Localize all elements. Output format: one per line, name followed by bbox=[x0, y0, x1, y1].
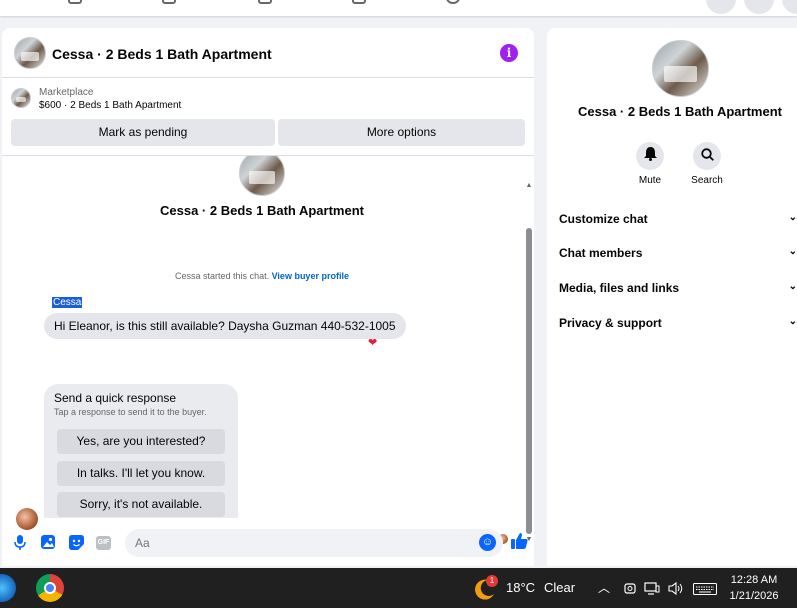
clock-date: 1/21/2026 bbox=[729, 590, 779, 602]
message-input[interactable] bbox=[125, 529, 503, 557]
messenger-icon[interactable] bbox=[744, 0, 774, 14]
system-message: Cessa started this chat. View buyer prof… bbox=[2, 271, 522, 281]
photo-icon[interactable] bbox=[40, 535, 56, 551]
listing-label: Marketplace bbox=[39, 87, 94, 98]
info-panel-avatar[interactable] bbox=[652, 40, 709, 97]
mute-button[interactable] bbox=[636, 142, 664, 170]
chevron-down-icon: ⌄ bbox=[788, 316, 797, 327]
search-label: Search bbox=[691, 175, 723, 186]
quick-response-option[interactable]: Yes, are you interested? bbox=[57, 429, 225, 454]
system-clock[interactable]: 12:28 AM 1/21/2026 bbox=[724, 572, 784, 604]
listing-summary: Marketplace $600 · 2 Beds 1 Bath Apartme… bbox=[2, 78, 534, 156]
message-list: Cessa · 2 Beds 1 Bath Apartment Cessa st… bbox=[2, 156, 534, 518]
chat-members-section[interactable]: Chat members ⌄ bbox=[559, 246, 797, 260]
emoji-icon[interactable]: ☺ bbox=[479, 534, 496, 551]
heart-reaction-icon[interactable]: ❤ bbox=[368, 336, 377, 349]
info-panel-title: Cessa · 2 Beds 1 Bath Apartment bbox=[578, 104, 782, 119]
section-label: Privacy & support bbox=[559, 316, 662, 330]
chevron-down-icon: ⌄ bbox=[788, 246, 797, 257]
taskbar: 1 18°C Clear ︿ 12:28 AM 1/21/2026 bbox=[0, 568, 797, 608]
search-icon bbox=[700, 148, 714, 164]
camera-icon[interactable] bbox=[624, 568, 636, 608]
browser-app-icon[interactable] bbox=[0, 574, 16, 602]
menu-icon[interactable] bbox=[706, 0, 736, 14]
listing-price-title[interactable]: $600 · 2 Beds 1 Bath Apartment bbox=[39, 100, 181, 111]
section-label: Media, files and links bbox=[559, 281, 680, 295]
keyboard-icon[interactable] bbox=[693, 568, 717, 608]
marketplace-icon[interactable] bbox=[258, 0, 272, 4]
conversation-title: Cessa · 2 Beds 1 Bath Apartment bbox=[160, 203, 364, 218]
account-avatar[interactable] bbox=[782, 0, 797, 14]
quick-response-option[interactable]: Sorry, it's not available. bbox=[57, 492, 225, 517]
scroll-up-arrow-icon[interactable]: ▲ bbox=[525, 182, 533, 190]
sender-name: Cessa bbox=[52, 297, 83, 308]
chat-header: Cessa · 2 Beds 1 Bath Apartment i bbox=[2, 28, 534, 78]
sticker-icon[interactable] bbox=[68, 535, 84, 551]
video-icon[interactable] bbox=[162, 0, 176, 4]
section-label: Chat members bbox=[559, 246, 643, 260]
media-files-links-section[interactable]: Media, files and links ⌄ bbox=[559, 281, 797, 295]
view-buyer-profile-link[interactable]: View buyer profile bbox=[272, 271, 349, 281]
chat-info-panel: Cessa · 2 Beds 1 Bath Apartment Mute Sea… bbox=[547, 28, 797, 566]
network-icon[interactable] bbox=[644, 568, 660, 608]
message-bubble[interactable]: Hi Eleanor, is this still available? Day… bbox=[44, 313, 406, 339]
microphone-icon[interactable] bbox=[12, 535, 28, 551]
chrome-icon[interactable] bbox=[36, 574, 64, 602]
quick-response-subtitle: Tap a response to send it to the buyer. bbox=[54, 407, 207, 417]
mute-label: Mute bbox=[638, 175, 662, 186]
temperature[interactable]: 18°C bbox=[506, 568, 535, 608]
more-options-button[interactable]: More options bbox=[278, 119, 525, 146]
scroll-thumb[interactable] bbox=[526, 228, 532, 534]
bell-icon bbox=[643, 147, 657, 164]
system-text: Cessa started this chat. bbox=[175, 271, 270, 281]
section-label: Customize chat bbox=[559, 212, 648, 226]
quick-response-option[interactable]: In talks. I'll let you know. bbox=[57, 461, 225, 486]
quick-response-card: Send a quick response Tap a response to … bbox=[44, 384, 238, 518]
weather-badge: 1 bbox=[486, 575, 498, 587]
info-icon[interactable]: i bbox=[500, 44, 518, 62]
chat-title[interactable]: Cessa · 2 Beds 1 Bath Apartment bbox=[52, 46, 272, 62]
quick-response-title: Send a quick response bbox=[54, 391, 177, 405]
message-composer: GIF ☺ bbox=[2, 523, 534, 566]
chevron-up-icon[interactable]: ︿ bbox=[598, 568, 610, 608]
mark-pending-button[interactable]: Mark as pending bbox=[11, 119, 275, 146]
search-button[interactable] bbox=[693, 142, 721, 170]
gaming-icon[interactable] bbox=[446, 0, 460, 4]
conversation-avatar bbox=[239, 156, 285, 196]
top-navigation-bar bbox=[0, 0, 797, 16]
volume-icon[interactable] bbox=[668, 568, 684, 608]
gif-icon[interactable]: GIF bbox=[96, 536, 111, 550]
customize-chat-section[interactable]: Customize chat ⌄ bbox=[559, 212, 797, 226]
chevron-down-icon: ⌄ bbox=[788, 281, 797, 292]
clock-time: 12:28 AM bbox=[730, 574, 778, 586]
chevron-down-icon: ⌄ bbox=[788, 212, 797, 223]
chat-avatar[interactable] bbox=[14, 37, 46, 69]
groups-icon[interactable] bbox=[352, 0, 366, 4]
message-scrollbar[interactable]: ▲ ▼ bbox=[525, 182, 533, 544]
chat-panel: Cessa · 2 Beds 1 Bath Apartment i Market… bbox=[2, 28, 534, 566]
thumbs-up-icon[interactable] bbox=[510, 533, 528, 551]
home-icon[interactable] bbox=[68, 0, 82, 4]
privacy-support-section[interactable]: Privacy & support ⌄ bbox=[559, 316, 797, 330]
weather-condition[interactable]: Clear bbox=[544, 568, 575, 608]
listing-thumbnail[interactable] bbox=[11, 88, 31, 108]
